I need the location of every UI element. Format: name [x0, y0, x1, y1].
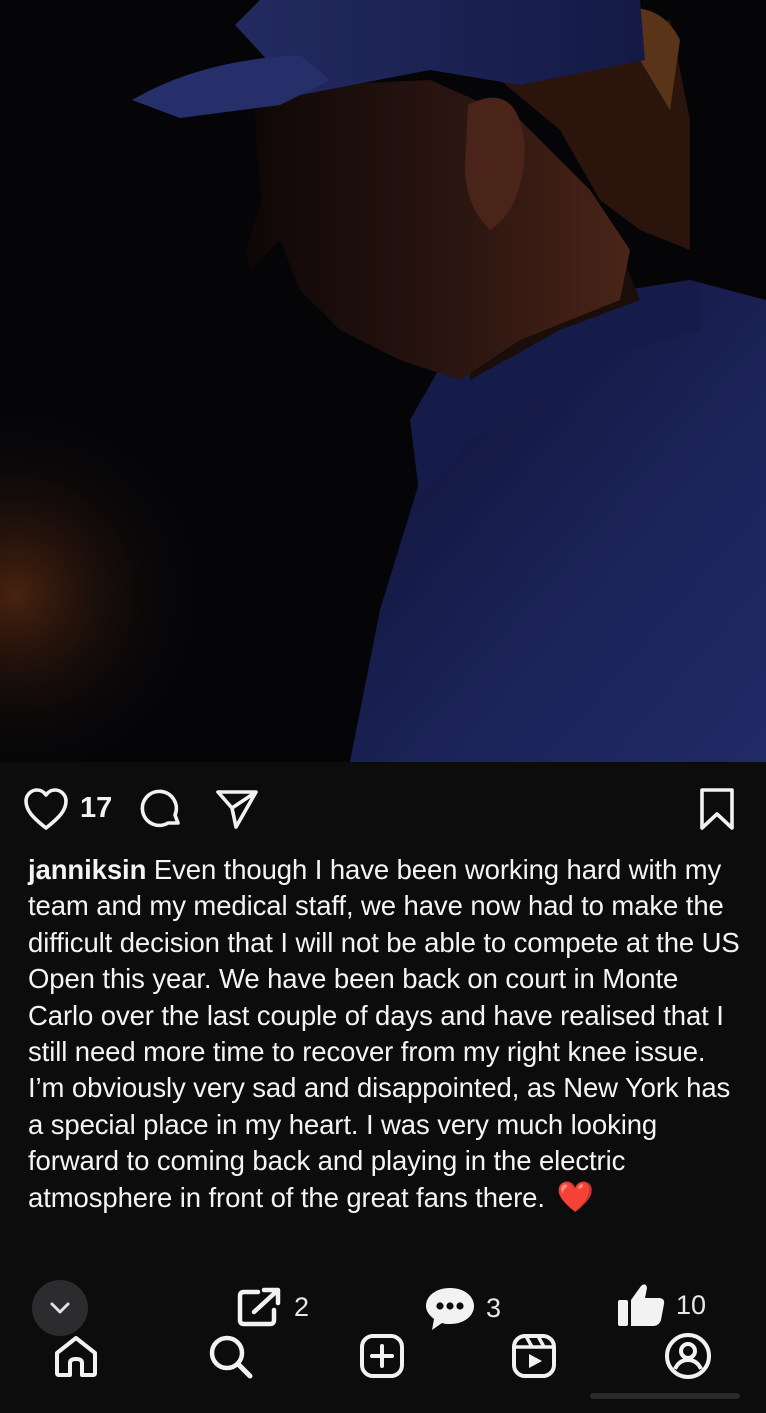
collapse-button[interactable] [32, 1280, 88, 1336]
home-icon [55, 1336, 97, 1377]
comment-count: 3 [486, 1292, 502, 1323]
like-stat-count: 10 [676, 1289, 707, 1320]
speech-bubble-icon [426, 1288, 474, 1330]
search-icon [209, 1335, 253, 1379]
nav-reels[interactable] [508, 1330, 560, 1382]
like-button[interactable] [22, 786, 70, 832]
red-heart-emoji: ❤️ [556, 1180, 594, 1214]
chevron-down-icon [50, 1302, 70, 1314]
nav-home[interactable] [50, 1330, 102, 1382]
heart-outline-icon [24, 788, 68, 830]
post-action-bar: 17 [0, 762, 766, 854]
save-button[interactable] [696, 786, 738, 832]
plus-square-icon [360, 1334, 404, 1378]
share-count: 2 [294, 1291, 310, 1322]
like-count: 17 [80, 792, 113, 824]
share-stat[interactable]: 2 [236, 1286, 309, 1328]
reels-icon [512, 1334, 556, 1378]
nav-create[interactable] [356, 1330, 408, 1382]
nav-search[interactable] [204, 1330, 256, 1382]
caption-username[interactable]: janniksin [28, 854, 146, 885]
share-button[interactable] [214, 786, 260, 832]
comment-button[interactable] [138, 786, 184, 832]
home-indicator[interactable] [590, 1393, 740, 1399]
comment-bubble-icon [140, 789, 180, 828]
comment-stat[interactable]: 3 [424, 1284, 501, 1332]
thumbs-up-icon [618, 1284, 665, 1326]
like-stat[interactable]: 10 [616, 1282, 706, 1328]
caption-text: Even though I have been working hard wit… [28, 854, 740, 1213]
paper-plane-icon [216, 790, 258, 829]
nav-profile[interactable] [662, 1330, 714, 1382]
post-caption: janniksin Even though I have been workin… [28, 852, 740, 1216]
bookmark-icon [700, 788, 734, 830]
share-out-icon [237, 1287, 281, 1327]
post-photo-graphic [0, 0, 766, 762]
profile-icon [665, 1333, 711, 1379]
post-photo[interactable] [0, 0, 766, 762]
